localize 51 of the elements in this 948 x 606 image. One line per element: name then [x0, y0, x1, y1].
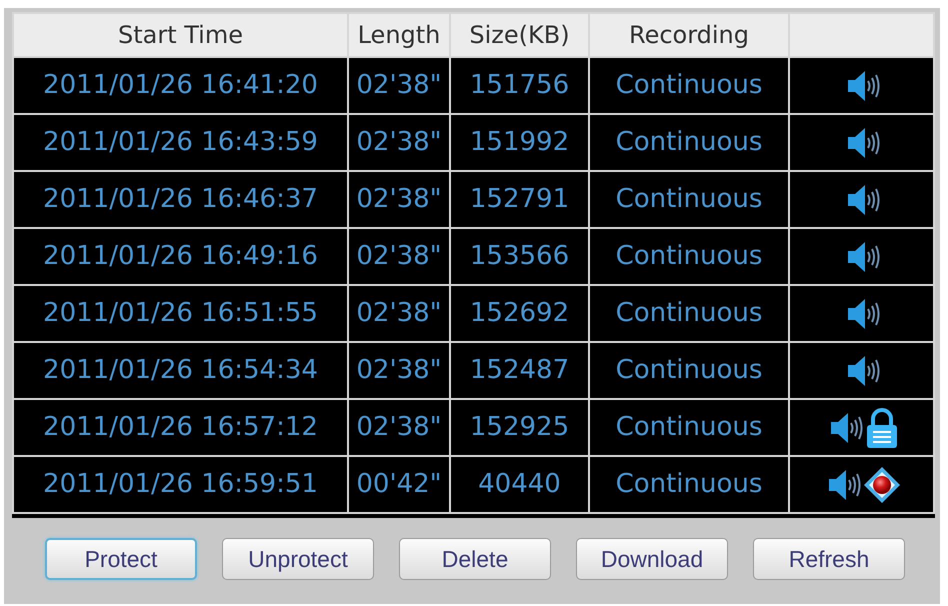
length-cell: 02'38" [349, 172, 449, 227]
start-time-cell: 2011/01/26 16:54:34 [14, 343, 347, 398]
start-time-cell: 2011/01/26 16:49:16 [14, 229, 347, 284]
action-button[interactable]: Unprotect [222, 538, 374, 580]
column-header[interactable]: Length [349, 14, 449, 56]
length-cell: 02'38" [349, 58, 449, 113]
start-time-cell: 2011/01/26 16:46:37 [14, 172, 347, 227]
recording-cell: Continuous [590, 400, 788, 455]
size-cell: 151756 [451, 58, 588, 113]
size-cell: 40440 [451, 457, 588, 512]
length-cell: 02'38" [349, 229, 449, 284]
size-cell: 152791 [451, 172, 588, 227]
column-header[interactable]: Start Time [14, 14, 347, 56]
length-cell: 02'38" [349, 343, 449, 398]
size-cell: 152692 [451, 286, 588, 341]
length-cell: 02'38" [349, 115, 449, 170]
recording-cell: Continuous [590, 115, 788, 170]
speaker-icon[interactable] [846, 298, 880, 330]
lock-icon [866, 408, 898, 448]
start-time-cell: 2011/01/26 16:51:55 [14, 286, 347, 341]
recording-cell: Continuous [590, 343, 788, 398]
recording-cell: Continuous [590, 58, 788, 113]
action-button[interactable]: Delete [399, 538, 551, 580]
recording-cell: Continuous [590, 286, 788, 341]
action-button[interactable]: Download [576, 538, 728, 580]
start-time-cell: 2011/01/26 16:57:12 [14, 400, 347, 455]
length-cell: 02'38" [349, 286, 449, 341]
size-cell: 151992 [451, 115, 588, 170]
speaker-icon[interactable] [846, 184, 880, 216]
record-icon [864, 466, 900, 502]
length-cell: 00'42" [349, 457, 449, 512]
speaker-icon[interactable] [828, 468, 862, 500]
column-header[interactable]: Size(KB) [451, 14, 588, 56]
size-cell: 152487 [451, 343, 588, 398]
speaker-icon[interactable] [846, 70, 880, 102]
speaker-icon[interactable] [846, 354, 880, 386]
column-header[interactable]: Recording [590, 14, 788, 56]
start-time-cell: 2011/01/26 16:43:59 [14, 115, 347, 170]
speaker-icon[interactable] [846, 126, 880, 158]
speaker-icon[interactable] [830, 412, 864, 444]
recording-cell: Continuous [590, 172, 788, 227]
recording-cell: Continuous [590, 229, 788, 284]
length-cell: 02'38" [349, 400, 449, 455]
start-time-cell: 2011/01/26 16:41:20 [14, 58, 347, 113]
size-cell: 153566 [451, 229, 588, 284]
speaker-icon[interactable] [846, 240, 880, 272]
recording-cell: Continuous [590, 457, 788, 512]
size-cell: 152925 [451, 400, 588, 455]
action-button[interactable]: Protect [45, 538, 197, 580]
start-time-cell: 2011/01/26 16:59:51 [14, 457, 347, 512]
action-button[interactable]: Refresh [753, 538, 905, 580]
